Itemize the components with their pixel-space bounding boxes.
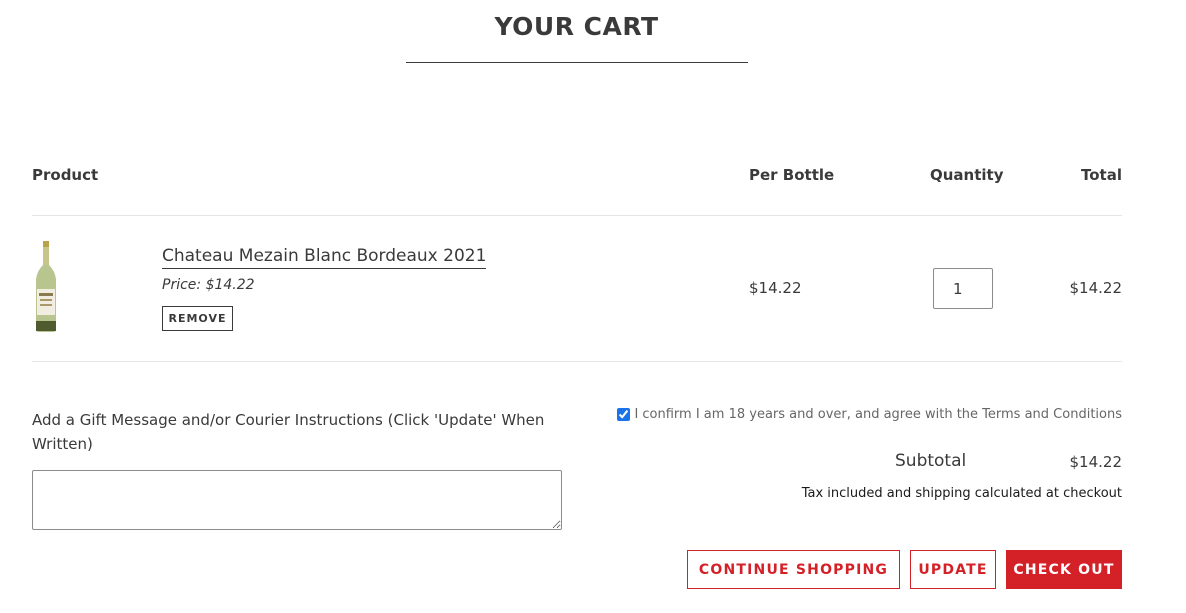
gift-message-label: Add a Gift Message and/or Courier Instru… (32, 411, 545, 453)
product-unit-price: Price: $14.22 (162, 277, 255, 293)
column-header-quantity: Quantity (930, 166, 1004, 184)
column-header-per-bottle: Per Bottle (749, 166, 835, 184)
column-header-product: Product (32, 166, 99, 184)
table-divider (32, 215, 1122, 216)
remove-button[interactable]: REMOVE (162, 306, 233, 331)
gift-message-textarea[interactable] (32, 470, 562, 530)
page-title: YOUR CART (494, 12, 659, 41)
title-divider (406, 62, 748, 63)
column-header-total: Total (1081, 166, 1122, 184)
cart-page: YOUR CART Product Per Bottle Quantity To… (0, 0, 1186, 613)
age-confirm-text: I confirm I am 18 years and over, and ag… (634, 407, 1122, 422)
update-button[interactable]: UPDATE (910, 550, 996, 589)
continue-shopping-button[interactable]: CONTINUE SHOPPING (687, 550, 900, 589)
subtotal-value: $14.22 (1069, 453, 1123, 471)
subtotal-label: Subtotal (895, 451, 967, 471)
wine-bottle-icon[interactable] (33, 241, 59, 333)
age-confirm-checkbox[interactable] (617, 408, 631, 421)
checkout-button[interactable]: CHECK OUT (1006, 550, 1122, 589)
line-total: $14.22 (1069, 279, 1123, 297)
table-divider (32, 361, 1122, 362)
quantity-input[interactable] (933, 268, 993, 309)
per-bottle-price: $14.22 (749, 279, 802, 297)
product-name-link[interactable]: Chateau Mezain Blanc Bordeaux 2021 (162, 246, 487, 269)
tax-note: Tax included and shipping calculated at … (801, 486, 1122, 501)
age-confirm-row[interactable]: I confirm I am 18 years and over, and ag… (617, 407, 1122, 422)
